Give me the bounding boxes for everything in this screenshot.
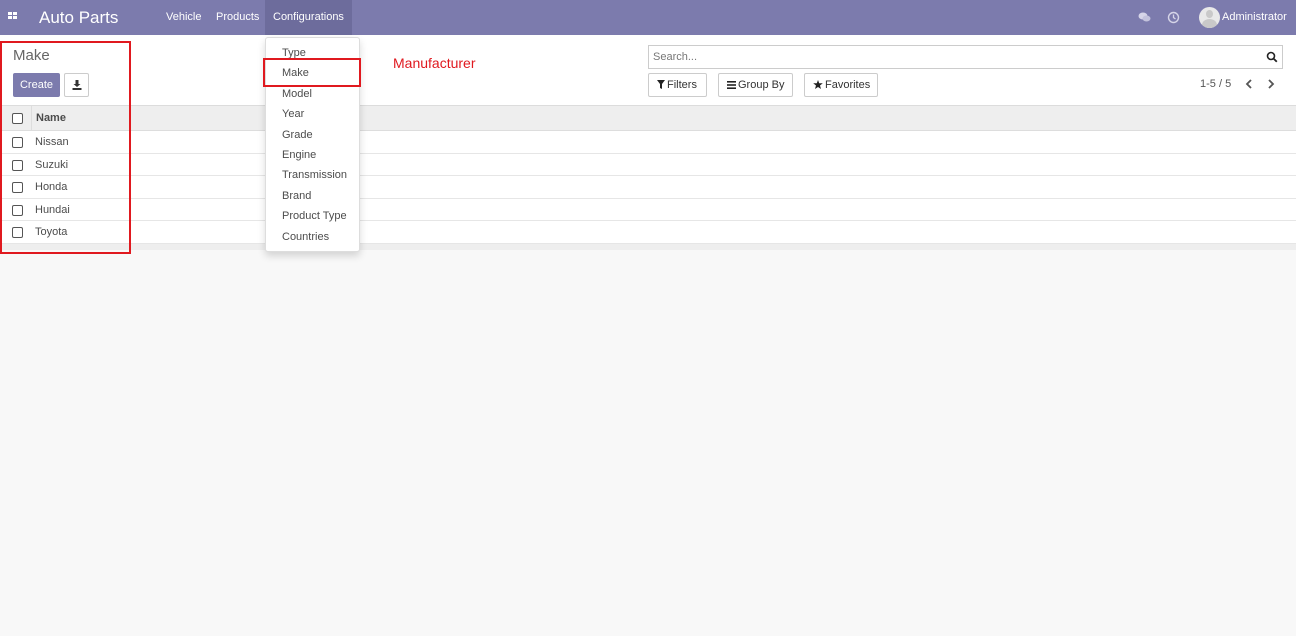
chevron-right-icon[interactable]: [1266, 78, 1276, 90]
dropdown-item-model[interactable]: Model: [282, 88, 312, 100]
annotation-highlight-list: [0, 41, 131, 254]
favorites-button[interactable]: Favorites: [804, 73, 878, 97]
dropdown-item-engine[interactable]: Engine: [282, 149, 316, 161]
list-icon: [727, 81, 736, 89]
menu-configurations[interactable]: Configurations: [265, 0, 352, 35]
annotation-label: Manufacturer: [393, 55, 476, 71]
menu-products[interactable]: Products: [208, 0, 267, 35]
dropdown-item-grade[interactable]: Grade: [282, 129, 313, 141]
control-panel: Make Create Filters Group By Favorites 1…: [0, 35, 1296, 106]
dropdown-item-transmission[interactable]: Transmission: [282, 169, 347, 181]
table-row[interactable]: Toyota: [0, 221, 1296, 244]
app-brand[interactable]: Auto Parts: [39, 8, 118, 28]
list-view: Name Nissan Suzuki Honda Hundai Toyota: [0, 106, 1296, 250]
dropdown-item-brand[interactable]: Brand: [282, 190, 311, 202]
search-icon[interactable]: [1266, 51, 1278, 63]
search-bar: [648, 45, 1283, 69]
group-by-button[interactable]: Group By: [718, 73, 793, 97]
star-icon: [813, 80, 823, 89]
pager-value[interactable]: 1-5 / 5: [1200, 78, 1231, 90]
dropdown-item-countries[interactable]: Countries: [282, 231, 329, 243]
dropdown-item-year[interactable]: Year: [282, 108, 304, 120]
table-row[interactable]: Honda: [0, 176, 1296, 199]
favorites-label: Favorites: [825, 79, 871, 91]
chat-icon[interactable]: [1138, 11, 1151, 24]
table-row[interactable]: Nissan: [0, 131, 1296, 154]
clock-icon[interactable]: [1167, 11, 1180, 24]
filter-icon: [657, 80, 665, 89]
chevron-left-icon[interactable]: [1244, 78, 1254, 90]
group-by-label: Group By: [738, 79, 785, 91]
apps-grid-icon[interactable]: [8, 12, 18, 22]
user-menu[interactable]: Administrator: [1222, 11, 1287, 23]
list-header: Name: [0, 106, 1296, 131]
menu-vehicle[interactable]: Vehicle: [158, 0, 209, 35]
filters-label: Filters: [667, 79, 697, 91]
table-row[interactable]: Hundai: [0, 198, 1296, 221]
table-row[interactable]: Suzuki: [0, 153, 1296, 176]
top-navbar: Auto Parts Vehicle Products Configuratio…: [0, 0, 1296, 35]
user-avatar[interactable]: [1199, 7, 1220, 28]
filters-button[interactable]: Filters: [648, 73, 707, 97]
search-input[interactable]: [653, 46, 1253, 68]
annotation-highlight-make: [263, 58, 361, 87]
dropdown-item-product-type[interactable]: Product Type: [282, 210, 347, 222]
list-footer: [0, 243, 1296, 250]
